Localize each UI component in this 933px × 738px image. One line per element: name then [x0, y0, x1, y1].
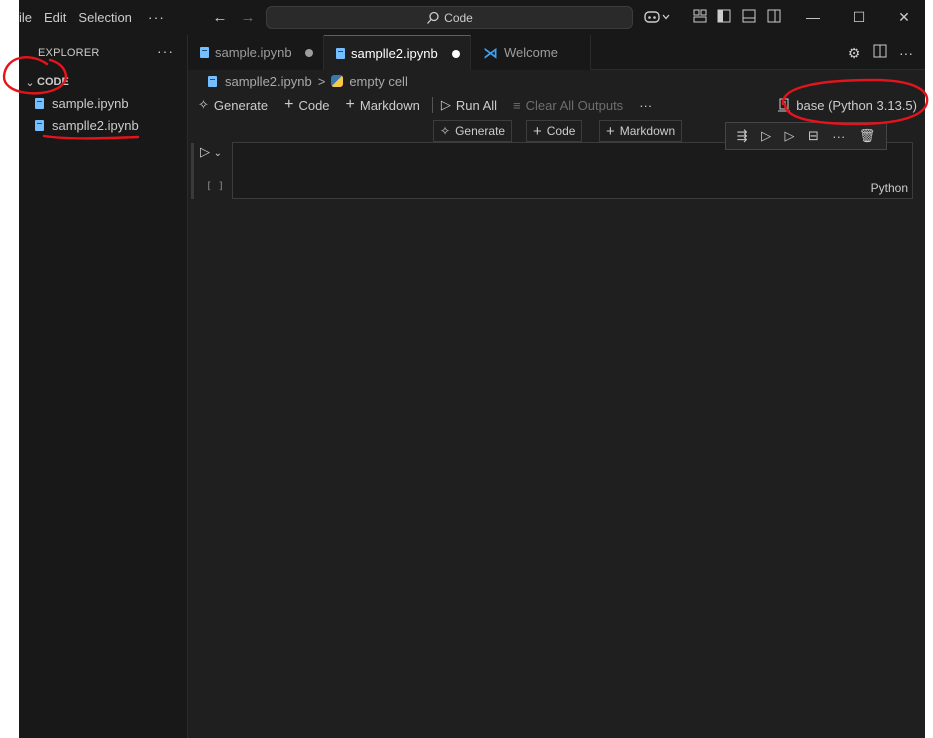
tab-samplle2[interactable]: samplle2.ipynb: [324, 35, 471, 70]
explorer-more-button[interactable]: ···: [157, 43, 174, 59]
customize-layout-icon[interactable]: [691, 9, 709, 27]
breadcrumb: samplle2.ipynb > empty cell: [188, 70, 408, 92]
command-center-search[interactable]: Code: [266, 6, 633, 29]
tab-label: Welcome: [504, 45, 558, 60]
cell-toolbar: ⇶ ▷ ▷ ⊟ ··· 🗑: [725, 122, 887, 150]
file-label: sample.ipynb: [52, 95, 129, 111]
execute-above-icon[interactable]: ⇶: [737, 128, 748, 144]
explorer-sidebar: EXPLORER ··· ⌄ CODE sample.ipynb samplle…: [19, 35, 188, 738]
breadcrumb-separator: >: [317, 73, 326, 89]
tab-label: samplle2.ipynb: [351, 45, 438, 61]
toolbar-more-button[interactable]: ···: [639, 98, 652, 113]
search-icon: [427, 11, 439, 24]
file-item-samplle2[interactable]: samplle2.ipynb: [19, 114, 188, 136]
insert-code-button[interactable]: + Code: [526, 120, 583, 142]
file-item-sample[interactable]: sample.ipynb: [19, 92, 188, 114]
server-icon: [778, 98, 791, 112]
code-cell-editor[interactable]: Python: [232, 142, 913, 199]
notebook-toolbar: ✧ Generate + Code + Markdown ▷ Run All ≡…: [188, 93, 925, 117]
execute-cell-and-below-icon[interactable]: ▷: [761, 128, 771, 144]
add-markdown-cell-button[interactable]: + Markdown: [346, 96, 420, 114]
sparkle-icon: ✧: [440, 124, 451, 138]
run-all-icon: ▷: [440, 97, 451, 112]
sparkle-icon: ✧: [198, 97, 209, 112]
insert-code-label: Code: [546, 124, 576, 138]
folder-label: CODE: [37, 76, 69, 88]
plus-icon: +: [345, 96, 355, 113]
minimize-button[interactable]: —: [790, 0, 836, 35]
clear-outputs-icon: ≡: [513, 97, 521, 113]
menu-file[interactable]: ile: [19, 0, 38, 35]
insert-markdown-button[interactable]: + Markdown: [599, 120, 683, 142]
menu-selection[interactable]: Selection: [72, 0, 137, 35]
clear-all-outputs-button[interactable]: ≡ Clear All Outputs: [513, 98, 623, 113]
notebook-file-icon: [200, 47, 209, 58]
toggle-panel-icon[interactable]: [740, 9, 758, 27]
cell-language-label[interactable]: Python: [871, 181, 908, 195]
insert-generate-label: Generate: [455, 124, 506, 138]
delete-trash-icon[interactable]: 🗑: [859, 128, 876, 144]
toolbar-divider: [431, 97, 433, 113]
chevron-down-icon: ⌄: [25, 76, 35, 89]
run-cell-button[interactable]: ▷ ⌄: [200, 144, 222, 160]
run-all-label: Run All: [455, 97, 498, 113]
execution-count: [ ]: [206, 181, 225, 192]
file-label: samplle2.ipynb: [52, 117, 139, 133]
kernel-label: base (Python 3.13.5): [796, 97, 917, 113]
split-cell-icon[interactable]: ⊟: [808, 128, 819, 144]
menu-more-button[interactable]: ···: [138, 0, 175, 35]
breadcrumb-cell[interactable]: empty cell: [349, 74, 408, 89]
run-all-button[interactable]: ▷ Run All: [441, 97, 497, 113]
editor-tab-bar: sample.ipynb samplle2.ipynb ⋊ Welcome ⚙ …: [188, 35, 925, 70]
markdown-label: Markdown: [359, 97, 420, 113]
close-button[interactable]: ✕: [881, 0, 927, 35]
menu-edit[interactable]: Edit: [38, 0, 72, 35]
settings-gear-icon[interactable]: ⚙: [845, 44, 863, 62]
plus-icon: +: [284, 96, 294, 113]
unsaved-dot-icon[interactable]: [305, 49, 313, 57]
chevron-down-icon: ⌄: [213, 148, 222, 159]
folder-code[interactable]: ⌄ CODE: [19, 71, 188, 93]
cell-focus-bar: [191, 143, 194, 199]
explorer-title: EXPLORER: [38, 47, 100, 59]
code-label: Code: [298, 97, 330, 113]
add-code-cell-button[interactable]: + Code: [284, 96, 329, 114]
plus-icon: +: [606, 122, 615, 140]
tab-label: sample.ipynb: [215, 45, 292, 60]
cell-more-icon[interactable]: ···: [832, 129, 845, 144]
notebook-file-icon: [336, 47, 345, 59]
unsaved-dot-icon[interactable]: [452, 50, 460, 58]
kernel-picker[interactable]: base (Python 3.13.5): [778, 93, 917, 117]
breadcrumb-file[interactable]: samplle2.ipynb: [225, 74, 312, 89]
maximize-button[interactable]: ☐: [836, 0, 882, 35]
more-actions-icon[interactable]: ···: [897, 44, 915, 62]
command-center-label: Code: [444, 10, 473, 25]
forward-arrow-icon[interactable]: →: [238, 8, 258, 28]
toggle-primary-sidebar-icon[interactable]: [715, 9, 733, 27]
python-icon: [331, 75, 344, 87]
split-editor-icon[interactable]: [871, 44, 889, 62]
clear-outputs-label: Clear All Outputs: [525, 97, 624, 113]
execute-below-icon[interactable]: ▷: [785, 128, 795, 144]
title-bar: ile Edit Selection ··· ← → Code — ☐ ✕: [19, 0, 925, 35]
insert-markdown-label: Markdown: [619, 124, 676, 138]
generate-button[interactable]: ✧ Generate: [198, 97, 268, 113]
generate-label: Generate: [213, 97, 269, 113]
copilot-icon[interactable]: [643, 9, 673, 27]
tab-sample[interactable]: sample.ipynb: [188, 35, 324, 70]
plus-icon: +: [533, 122, 542, 140]
notebook-file-icon: [208, 75, 217, 87]
vscode-window: ile Edit Selection ··· ← → Code — ☐ ✕ EX…: [19, 0, 925, 738]
insert-generate-button[interactable]: ✧ Generate: [433, 120, 513, 142]
notebook-file-icon: [35, 97, 44, 109]
notebook-file-icon: [35, 119, 44, 131]
back-arrow-icon[interactable]: ←: [210, 8, 230, 28]
vscode-logo-icon: ⋊: [483, 44, 498, 62]
tab-welcome[interactable]: ⋊ Welcome: [471, 35, 591, 70]
toggle-secondary-sidebar-icon[interactable]: [765, 9, 783, 27]
